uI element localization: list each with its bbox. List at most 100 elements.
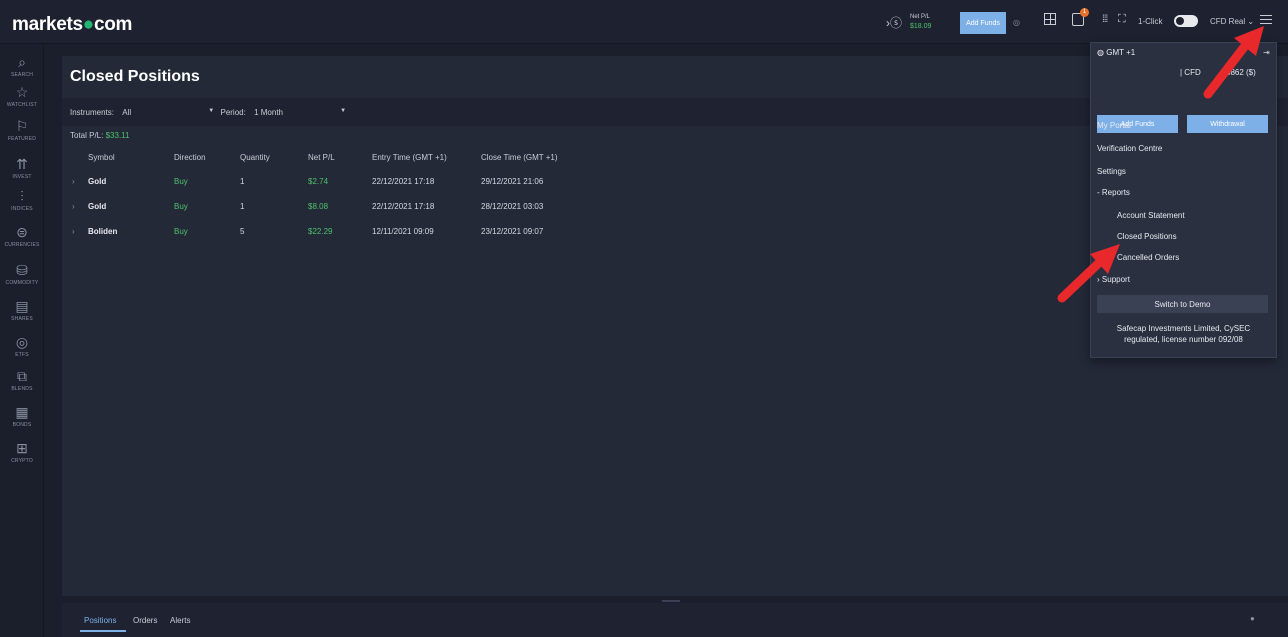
table-row[interactable]: › Gold Buy 1 $8.08 22/12/2021 17:18 28/1…: [62, 194, 1089, 218]
menu-item-reports[interactable]: - Reports: [1097, 188, 1130, 197]
total-pl-label: Total P/L:: [70, 131, 104, 140]
panel-settings-icon[interactable]: ●: [1250, 614, 1255, 623]
sidebar-item-indices[interactable]: ⫶ INDICES: [0, 188, 44, 212]
globe-icon: ◍: [1097, 48, 1104, 57]
bottom-panel: [62, 603, 1288, 637]
tab-positions[interactable]: Positions: [84, 616, 116, 625]
column-header-net-pl[interactable]: Net P/L: [308, 153, 335, 162]
tab-alerts[interactable]: Alerts: [170, 616, 190, 625]
menu-item-account-statement[interactable]: Account Statement: [1117, 211, 1185, 220]
regulatory-notice: Safecap Investments Limited, CySEC regul…: [1116, 324, 1251, 344]
crypto-icon: ⊞: [16, 440, 28, 456]
fullscreen-icon[interactable]: ⛶: [1118, 13, 1126, 26]
timezone-selector[interactable]: ◍ GMT +1: [1097, 48, 1135, 57]
expand-chevron-icon[interactable]: ›: [72, 177, 75, 186]
sidebar-item-label: CURRENCIES: [4, 242, 40, 248]
sidebar-item-label: FEATURED: [7, 136, 37, 142]
period-value: 1 Month: [254, 108, 283, 117]
commodity-icon: ⛁: [16, 262, 28, 278]
sidebar-item-commodity[interactable]: ⛁ COMMODITY: [0, 262, 44, 286]
cell-direction: Buy: [174, 177, 188, 186]
menu-item-settings[interactable]: Settings: [1097, 167, 1126, 176]
one-click-label: 1-Click: [1138, 17, 1163, 26]
indices-icon: ⫶: [20, 188, 24, 204]
sidebar-item-label: SEARCH: [10, 72, 34, 78]
brand-logo[interactable]: markets●com: [12, 14, 132, 36]
layout-icon[interactable]: [1044, 13, 1056, 25]
withdrawal-label: Withdrawal: [1210, 120, 1245, 128]
period-label: Period:: [220, 108, 246, 117]
collapse-icon: -: [1097, 188, 1100, 197]
sidebar-item-crypto[interactable]: ⊞ CRYPTO: [0, 440, 44, 464]
bonds-icon: ▦: [15, 404, 29, 420]
sidebar-item-featured[interactable]: ⚐ FEATURED: [0, 118, 44, 142]
blends-icon: ⧉: [17, 368, 27, 384]
star-icon: ☆: [15, 84, 29, 100]
cell-net-pl: $8.08: [308, 202, 329, 211]
bottom-panel-resize-handle[interactable]: [662, 600, 680, 602]
cell-net-pl: $22.29: [308, 227, 333, 236]
top-bar: markets●com ›ⓢ Net P/L $18.09 Add Funds …: [0, 0, 1288, 44]
tab-orders[interactable]: Orders: [133, 616, 157, 625]
total-pl: Total P/L: $33.11: [70, 131, 129, 140]
sidebar-item-currencies[interactable]: ⊜ CURRENCIES: [0, 224, 44, 248]
dollar-circle-icon: ›ⓢ: [886, 15, 902, 30]
net-pl-value: $18.09: [910, 23, 932, 30]
switch-to-demo-label: Switch to Demo: [1154, 299, 1211, 309]
etfs-icon: ◎: [15, 334, 29, 350]
settings-gear-icon[interactable]: ◎: [1013, 18, 1020, 27]
withdrawal-button[interactable]: Withdrawal: [1187, 115, 1268, 133]
sidebar: ⌕ SEARCH ☆ WATCHLIST ⚐ FEATURED ⇈ INVEST ⫶ IN…: [0, 44, 44, 637]
sidebar-item-label: INDICES: [11, 206, 33, 212]
sidebar-item-etfs[interactable]: ◎ ETFS: [0, 334, 44, 358]
cell-net-pl: $2.74: [308, 177, 329, 186]
tab-active-indicator: [80, 630, 126, 632]
sidebar-item-invest[interactable]: ⇈ INVEST: [0, 156, 44, 180]
page-title: Closed Positions: [70, 68, 200, 85]
sidebar-item-shares[interactable]: ▤ SHARES: [0, 298, 44, 322]
sidebar-item-label: CRYPTO: [11, 458, 33, 464]
table-row[interactable]: › Boliden Buy 5 $22.29 12/11/2021 09:09 …: [62, 219, 1089, 243]
column-header-close-time[interactable]: Close Time (GMT +1): [481, 153, 558, 162]
column-header-symbol[interactable]: Symbol: [88, 153, 115, 162]
sidebar-item-blends[interactable]: ⧉ BLENDS: [0, 368, 44, 392]
menu-item-verification-centre[interactable]: Verification Centre: [1097, 144, 1162, 153]
cell-symbol: Gold: [88, 202, 107, 211]
column-header-direction[interactable]: Direction: [174, 153, 206, 162]
cell-symbol: Boliden: [88, 227, 118, 236]
sidebar-item-watchlist[interactable]: ☆ WATCHLIST: [0, 84, 44, 108]
sidebar-item-label: INVEST: [12, 174, 32, 180]
flag-icon: ⚐: [15, 118, 29, 134]
table-row[interactable]: › Gold Buy 1 $2.74 22/12/2021 17:18 29/1…: [62, 169, 1089, 193]
cell-close-time: 29/12/2021 21:06: [481, 177, 544, 186]
cell-close-time: 23/12/2021 09:07: [481, 227, 544, 236]
instruments-value: All: [122, 108, 132, 117]
menu-item-my-portal[interactable]: My Portal: [1097, 121, 1131, 130]
instruments-label: Instruments:: [70, 108, 115, 117]
currencies-icon: ⊜: [16, 224, 28, 240]
sidebar-item-search[interactable]: ⌕ SEARCH: [0, 54, 44, 78]
sidebar-item-label: BONDS: [12, 422, 32, 428]
total-pl-value: $33.11: [105, 131, 130, 140]
cell-entry-time: 12/11/2021 09:09: [372, 227, 434, 236]
cell-entry-time: 22/12/2021 17:18: [372, 202, 435, 211]
dropdown-arrow-icon: ▼: [340, 108, 347, 114]
cell-close-time: 28/12/2021 03:03: [481, 202, 544, 211]
add-funds-label: Add Funds: [966, 19, 1000, 27]
net-pl-label: Net P/L: [910, 14, 931, 20]
column-header-quantity[interactable]: Quantity: [240, 153, 270, 162]
period-select[interactable]: 1 Month ▼: [254, 108, 346, 117]
cell-direction: Buy: [174, 227, 188, 236]
cell-quantity: 1: [240, 202, 245, 211]
expand-chevron-icon[interactable]: ›: [72, 202, 75, 211]
column-header-entry-time[interactable]: Entry Time (GMT +1): [372, 153, 447, 162]
expand-chevron-icon[interactable]: ›: [72, 227, 75, 236]
sidebar-item-bonds[interactable]: ▦ BONDS: [0, 404, 44, 428]
net-pl-widget[interactable]: ›ⓢ Net P/L $18.09: [886, 0, 931, 44]
shares-icon: ▤: [15, 298, 29, 314]
cell-quantity: 5: [240, 227, 245, 236]
sidebar-item-label: ETFS: [15, 352, 29, 358]
apps-grid-icon[interactable]: ⁞⁞⁞: [1102, 14, 1108, 25]
instruments-select[interactable]: All ▼: [122, 108, 214, 117]
add-funds-button[interactable]: Add Funds: [960, 12, 1006, 34]
